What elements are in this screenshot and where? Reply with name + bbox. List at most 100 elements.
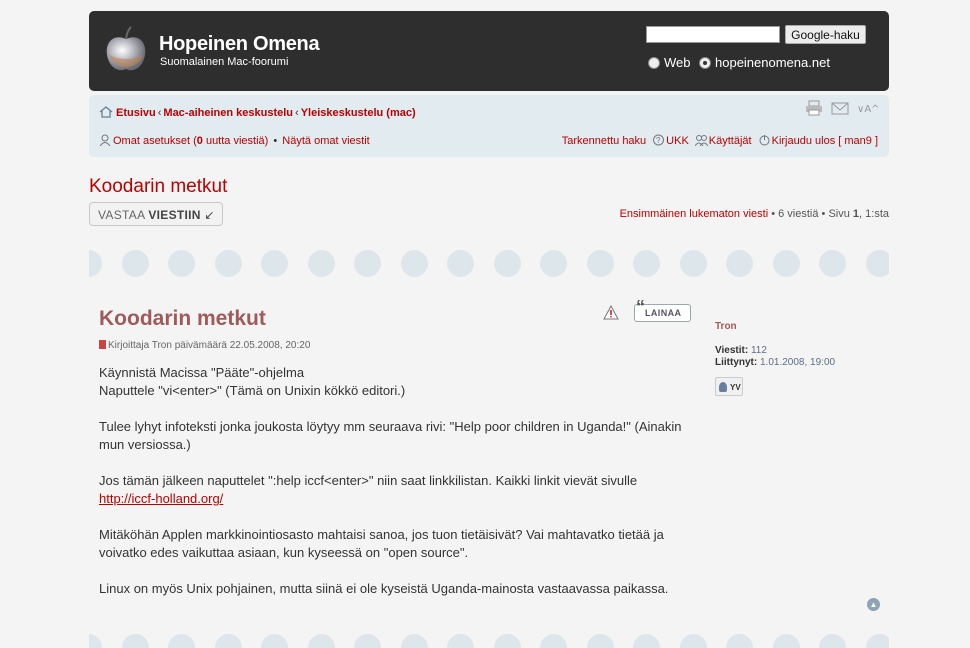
logout-label: Kirjaudu ulos [ man9 ]: [771, 135, 878, 147]
radio-web[interactable]: [648, 57, 660, 69]
first-unread-link[interactable]: Ensimmäinen lukematon viesti: [620, 208, 769, 220]
post-title[interactable]: Koodarin metkut: [99, 307, 266, 331]
divider-dot: [168, 634, 195, 648]
divider-dot: [214, 634, 242, 648]
own-settings-label: Omat asetukset (: [113, 135, 197, 147]
divider-dot: [121, 634, 149, 648]
post-count-text: • 6 viestiä • Sivu: [768, 208, 853, 220]
users-link[interactable]: Käyttäjät: [694, 134, 752, 147]
divider-dot: [354, 634, 381, 648]
power-icon: [759, 135, 770, 146]
posts-value[interactable]: 112: [751, 345, 767, 356]
post-paragraph-5: Linux on myös Unix pohjainen, mutta siin…: [99, 581, 669, 596]
breadcrumb-home[interactable]: Etusivu: [116, 107, 156, 119]
google-search-button[interactable]: Google-haku: [785, 25, 866, 44]
posts-label: Viestit:: [715, 345, 749, 356]
breadcrumb-separator: ‹: [295, 107, 299, 119]
divider-dot: [89, 634, 102, 648]
logout-link[interactable]: Kirjaudu ulos [ man9 ]: [758, 134, 878, 147]
reply-button[interactable]: VASTAA VIESTIIN ↙: [89, 202, 223, 226]
advanced-search-link[interactable]: Tarkennettu haku: [562, 135, 646, 147]
user-settings-icon: [99, 134, 111, 146]
post-date: päivämäärä 22.05.2008, 20:20: [171, 340, 311, 351]
post-author-link[interactable]: Tron: [152, 340, 172, 351]
divider-dot: [447, 634, 474, 648]
breadcrumb-forum[interactable]: Mac-aiheinen keskustelu: [163, 107, 293, 119]
silver-apple-logo-icon[interactable]: [103, 25, 149, 75]
divider-dot: [89, 250, 102, 277]
reply-label-bold: VIESTIIN: [148, 208, 201, 222]
post-content: Käynnistä Macissa "Pääte"-ohjelma Naputte…: [99, 364, 689, 616]
own-settings-link[interactable]: Omat asetukset (0 uutta viestiä): [113, 135, 268, 147]
divider-dot: [819, 634, 846, 648]
reply-label: VASTAA: [98, 208, 149, 222]
post-document-icon: [99, 340, 106, 349]
divider-dot: [586, 634, 614, 648]
divider-dot: [865, 250, 889, 277]
divider-dot: [819, 250, 846, 277]
help-icon: ?: [653, 134, 665, 146]
profile-stats: Viestit: 112 Liittynyt: 1.01.2008, 19:00: [715, 345, 835, 369]
post-meta: Kirjoittaja Tron päivämäärä 22.05.2008, …: [99, 340, 310, 351]
show-own-posts-link[interactable]: Näytä omat viestit: [282, 135, 369, 147]
divider-dot: [400, 250, 428, 277]
faq-label: UKK: [666, 135, 689, 147]
site-header: Hopeinen Omena Suomalainen Mac-foorumi G…: [89, 11, 889, 91]
svg-text:?: ?: [656, 136, 661, 145]
divider-dot: [540, 250, 567, 277]
email-icon[interactable]: [831, 100, 849, 116]
navbar: Etusivu ‹ Mac-aiheinen keskustelu ‹ Yleiskes…: [89, 95, 889, 157]
page-tools: ∨A^: [805, 100, 881, 116]
home-icon: [99, 106, 113, 118]
site-subtitle: Suomalainen Mac-foorumi: [160, 56, 289, 68]
pagination: Ensimmäinen lukematon viesti • 6 viestiä…: [620, 208, 889, 220]
divider-dot: [679, 250, 707, 277]
font-size-icon[interactable]: ∨A^: [857, 100, 881, 116]
iccf-holland-link[interactable]: http://iccf-holland.org/: [99, 491, 223, 506]
users-icon: [694, 135, 708, 146]
divider-dot: [679, 634, 707, 648]
post-paragraph-2: Tulee lyhyt infoteksti jonka joukosta lö…: [99, 419, 682, 452]
post-paragraph-3: Jos tämän jälkeen naputtelet ":help iccf…: [99, 473, 638, 488]
users-label: Käyttäjät: [708, 135, 752, 147]
divider-dot: [261, 250, 288, 277]
page-title[interactable]: Koodarin metkut: [89, 176, 227, 198]
divider-dot: [633, 634, 660, 648]
post-author-prefix: Kirjoittaja: [108, 340, 152, 351]
divider-dot: [168, 250, 195, 277]
divider-dot: [400, 634, 428, 648]
site-title[interactable]: Hopeinen Omena: [159, 33, 320, 56]
post-paragraph-4: Mitäköhän Applen markkinointiosasto maht…: [99, 527, 664, 560]
profile-username[interactable]: Tron: [715, 321, 737, 332]
breadcrumb-separator: ‹: [157, 107, 162, 119]
back-to-top-icon[interactable]: ▲: [867, 598, 880, 611]
divider-dot: [493, 634, 521, 648]
radio-site[interactable]: [699, 57, 711, 69]
quote-button[interactable]: LAINAA: [634, 297, 691, 322]
faq-link[interactable]: ? UKK: [652, 134, 689, 147]
dot-divider: [89, 634, 889, 648]
private-message-button[interactable]: YV: [715, 377, 743, 396]
search-input[interactable]: [646, 26, 780, 43]
divider-dot: [633, 250, 660, 277]
divider-dot: [772, 634, 800, 648]
divider-dot: [307, 634, 335, 648]
divider-dot: [261, 634, 288, 648]
divider-dot: [307, 250, 335, 277]
breadcrumb: Etusivu ‹ Mac-aiheinen keskustelu ‹ Yleiskes…: [99, 106, 416, 119]
divider-dot: [865, 634, 889, 648]
site-links: Tarkennettu haku ? UKK Käyttäjät Kirjaudu…: [562, 134, 878, 147]
joined-label: Liittynyt:: [715, 357, 758, 368]
post-line-1: Käynnistä Macissa "Pääte"-ohjelma: [99, 365, 305, 380]
separator-dot: •: [270, 135, 281, 147]
print-icon[interactable]: [805, 100, 823, 116]
divider-dot: [214, 250, 242, 277]
joined-value: 1.01.2008, 19:00: [760, 357, 836, 368]
breadcrumb-subforum[interactable]: Yleiskeskustelu (mac): [301, 107, 416, 119]
divider-dot: [726, 250, 753, 277]
reply-arrow-icon: ↙: [204, 208, 215, 222]
report-warning-icon[interactable]: [603, 305, 619, 321]
new-messages-suffix: uutta viestiä): [202, 135, 269, 147]
radio-web-label: Web: [664, 55, 691, 70]
svg-text:∨A^: ∨A^: [857, 104, 880, 115]
